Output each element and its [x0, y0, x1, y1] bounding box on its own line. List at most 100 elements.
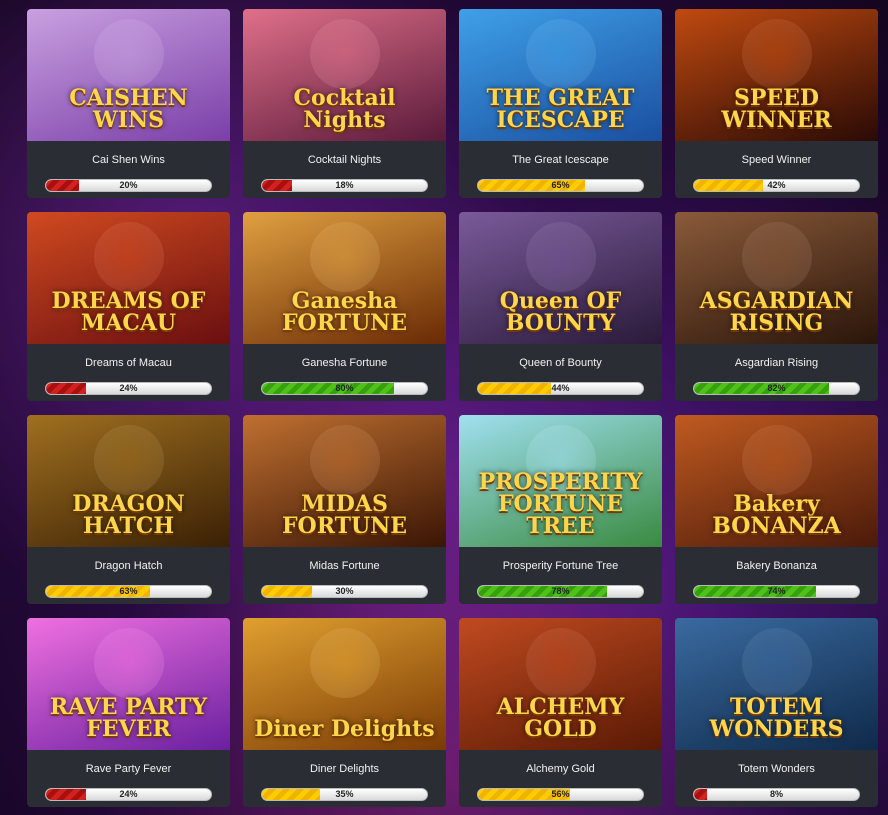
- game-thumbnail[interactable]: ASGARDIAN RISING: [675, 212, 878, 344]
- rtp-progress-bar: 18%: [261, 179, 428, 192]
- game-logo: THE GREAT ICESCAPE: [486, 85, 635, 133]
- rtp-progress-bar: 30%: [261, 585, 428, 598]
- game-card[interactable]: TOTEM WONDERS Totem Wonders 8%: [675, 618, 878, 807]
- game-card[interactable]: RAVE PARTY FEVER Rave Party Fever 24%: [27, 618, 230, 807]
- game-card[interactable]: MIDAS FORTUNE Midas Fortune 30%: [243, 415, 446, 604]
- game-thumbnail[interactable]: DRAGON HATCH: [27, 415, 230, 547]
- game-thumbnail[interactable]: TOTEM WONDERS: [675, 618, 878, 750]
- rtp-progress-bar: 74%: [693, 585, 860, 598]
- rtp-percent-label: 24%: [119, 383, 138, 393]
- game-thumbnail[interactable]: RAVE PARTY FEVER: [27, 618, 230, 750]
- game-logo: ASGARDIAN RISING: [699, 288, 854, 336]
- game-art: [309, 425, 380, 495]
- game-title: Queen of Bounty: [519, 357, 602, 369]
- rtp-progress-bar: 78%: [477, 585, 644, 598]
- rtp-progress-bar: 82%: [693, 382, 860, 395]
- rtp-percent-label: 24%: [119, 789, 138, 799]
- game-card[interactable]: Bakery BONANZA Bakery Bonanza 74%: [675, 415, 878, 604]
- game-title: Rave Party Fever: [85, 763, 172, 775]
- game-logo: Bakery BONANZA: [712, 491, 841, 539]
- rtp-percent-label: 65%: [551, 180, 570, 190]
- game-art: [93, 628, 164, 698]
- game-title: Speed Winner: [741, 154, 812, 166]
- game-card[interactable]: ASGARDIAN RISING Asgardian Rising 82%: [675, 212, 878, 401]
- rtp-progress-bar: 65%: [477, 179, 644, 192]
- game-title: Dragon Hatch: [94, 560, 163, 572]
- game-title: The Great Icescape: [512, 154, 609, 166]
- rtp-percent-label: 78%: [551, 586, 570, 596]
- game-logo: MIDAS FORTUNE: [281, 491, 408, 539]
- game-thumbnail[interactable]: Bakery BONANZA: [675, 415, 878, 547]
- game-card[interactable]: CAISHEN WINS Cai Shen Wins 20%: [27, 9, 230, 198]
- game-title: Prosperity Fortune Tree: [502, 560, 619, 572]
- game-title: Dreams of Macau: [85, 357, 172, 369]
- game-thumbnail[interactable]: Cocktail Nights: [243, 9, 446, 141]
- game-logo: PROSPERITY FORTUNE TREE: [478, 469, 643, 539]
- game-logo: CAISHEN WINS: [69, 85, 188, 133]
- game-logo: Queen OF BOUNTY: [499, 288, 622, 336]
- game-logo: TOTEM WONDERS: [709, 694, 844, 742]
- game-title: Totem Wonders: [738, 763, 815, 775]
- game-thumbnail[interactable]: THE GREAT ICESCAPE: [459, 9, 662, 141]
- game-card[interactable]: Ganesha FORTUNE Ganesha Fortune 80%: [243, 212, 446, 401]
- game-art: [741, 628, 812, 698]
- game-art: [309, 222, 380, 292]
- rtp-percent-label: 74%: [767, 586, 786, 596]
- game-art: [525, 222, 596, 292]
- rtp-percent-label: 18%: [335, 180, 354, 190]
- rtp-progress-bar: 80%: [261, 382, 428, 395]
- game-thumbnail[interactable]: Ganesha FORTUNE: [243, 212, 446, 344]
- rtp-percent-label: 80%: [335, 383, 354, 393]
- game-logo: Ganesha FORTUNE: [281, 288, 408, 336]
- game-art: [525, 628, 596, 698]
- rtp-progress-bar: 56%: [477, 788, 644, 801]
- game-thumbnail[interactable]: ALCHEMY GOLD: [459, 618, 662, 750]
- rtp-progress-bar: 20%: [45, 179, 212, 192]
- game-thumbnail[interactable]: MIDAS FORTUNE: [243, 415, 446, 547]
- game-card[interactable]: Queen OF BOUNTY Queen of Bounty 44%: [459, 212, 662, 401]
- game-logo: Diner Delights: [254, 716, 435, 742]
- game-logo: ALCHEMY GOLD: [496, 694, 625, 742]
- game-title: Alchemy Gold: [526, 763, 595, 775]
- rtp-percent-label: 8%: [769, 789, 783, 799]
- game-title: Cocktail Nights: [307, 154, 382, 166]
- rtp-percent-label: 42%: [767, 180, 786, 190]
- game-title: Cai Shen Wins: [92, 154, 165, 166]
- game-logo: Cocktail Nights: [293, 85, 396, 133]
- game-art: [93, 19, 164, 89]
- game-card[interactable]: DRAGON HATCH Dragon Hatch 63%: [27, 415, 230, 604]
- game-art: [525, 19, 596, 89]
- game-card[interactable]: ALCHEMY GOLD Alchemy Gold 56%: [459, 618, 662, 807]
- rtp-percent-label: 44%: [551, 383, 570, 393]
- rtp-progress-bar: 8%: [693, 788, 860, 801]
- game-art: [741, 425, 812, 495]
- rtp-percent-label: 30%: [335, 586, 354, 596]
- game-thumbnail[interactable]: SPEED WINNER: [675, 9, 878, 141]
- game-thumbnail[interactable]: CAISHEN WINS: [27, 9, 230, 141]
- game-card[interactable]: SPEED WINNER Speed Winner 42%: [675, 9, 878, 198]
- game-thumbnail[interactable]: DREAMS OF MACAU: [27, 212, 230, 344]
- game-title: Bakery Bonanza: [736, 560, 817, 572]
- game-card[interactable]: PROSPERITY FORTUNE TREE Prosperity Fortun…: [459, 415, 662, 604]
- game-art: [93, 222, 164, 292]
- game-art: [309, 19, 380, 89]
- game-logo: RAVE PARTY FEVER: [49, 694, 208, 742]
- game-title: Asgardian Rising: [734, 357, 819, 369]
- rtp-percent-label: 20%: [119, 180, 138, 190]
- game-thumbnail[interactable]: Queen OF BOUNTY: [459, 212, 662, 344]
- rtp-percent-label: 56%: [551, 789, 570, 799]
- game-card[interactable]: Diner Delights Diner Delights 35%: [243, 618, 446, 807]
- game-logo: DREAMS OF MACAU: [51, 288, 206, 336]
- rtp-percent-label: 35%: [335, 789, 354, 799]
- rtp-percent-label: 63%: [119, 586, 138, 596]
- rtp-progress-bar: 42%: [693, 179, 860, 192]
- game-card[interactable]: DREAMS OF MACAU Dreams of Macau 24%: [27, 212, 230, 401]
- game-art: [309, 628, 380, 698]
- game-thumbnail[interactable]: Diner Delights: [243, 618, 446, 750]
- game-card[interactable]: THE GREAT ICESCAPE The Great Icescape 65%: [459, 9, 662, 198]
- game-card[interactable]: Cocktail Nights Cocktail Nights 18%: [243, 9, 446, 198]
- rtp-progress-bar: 24%: [45, 788, 212, 801]
- rtp-progress-bar: 35%: [261, 788, 428, 801]
- game-thumbnail[interactable]: PROSPERITY FORTUNE TREE: [459, 415, 662, 547]
- game-logo: SPEED WINNER: [721, 85, 832, 133]
